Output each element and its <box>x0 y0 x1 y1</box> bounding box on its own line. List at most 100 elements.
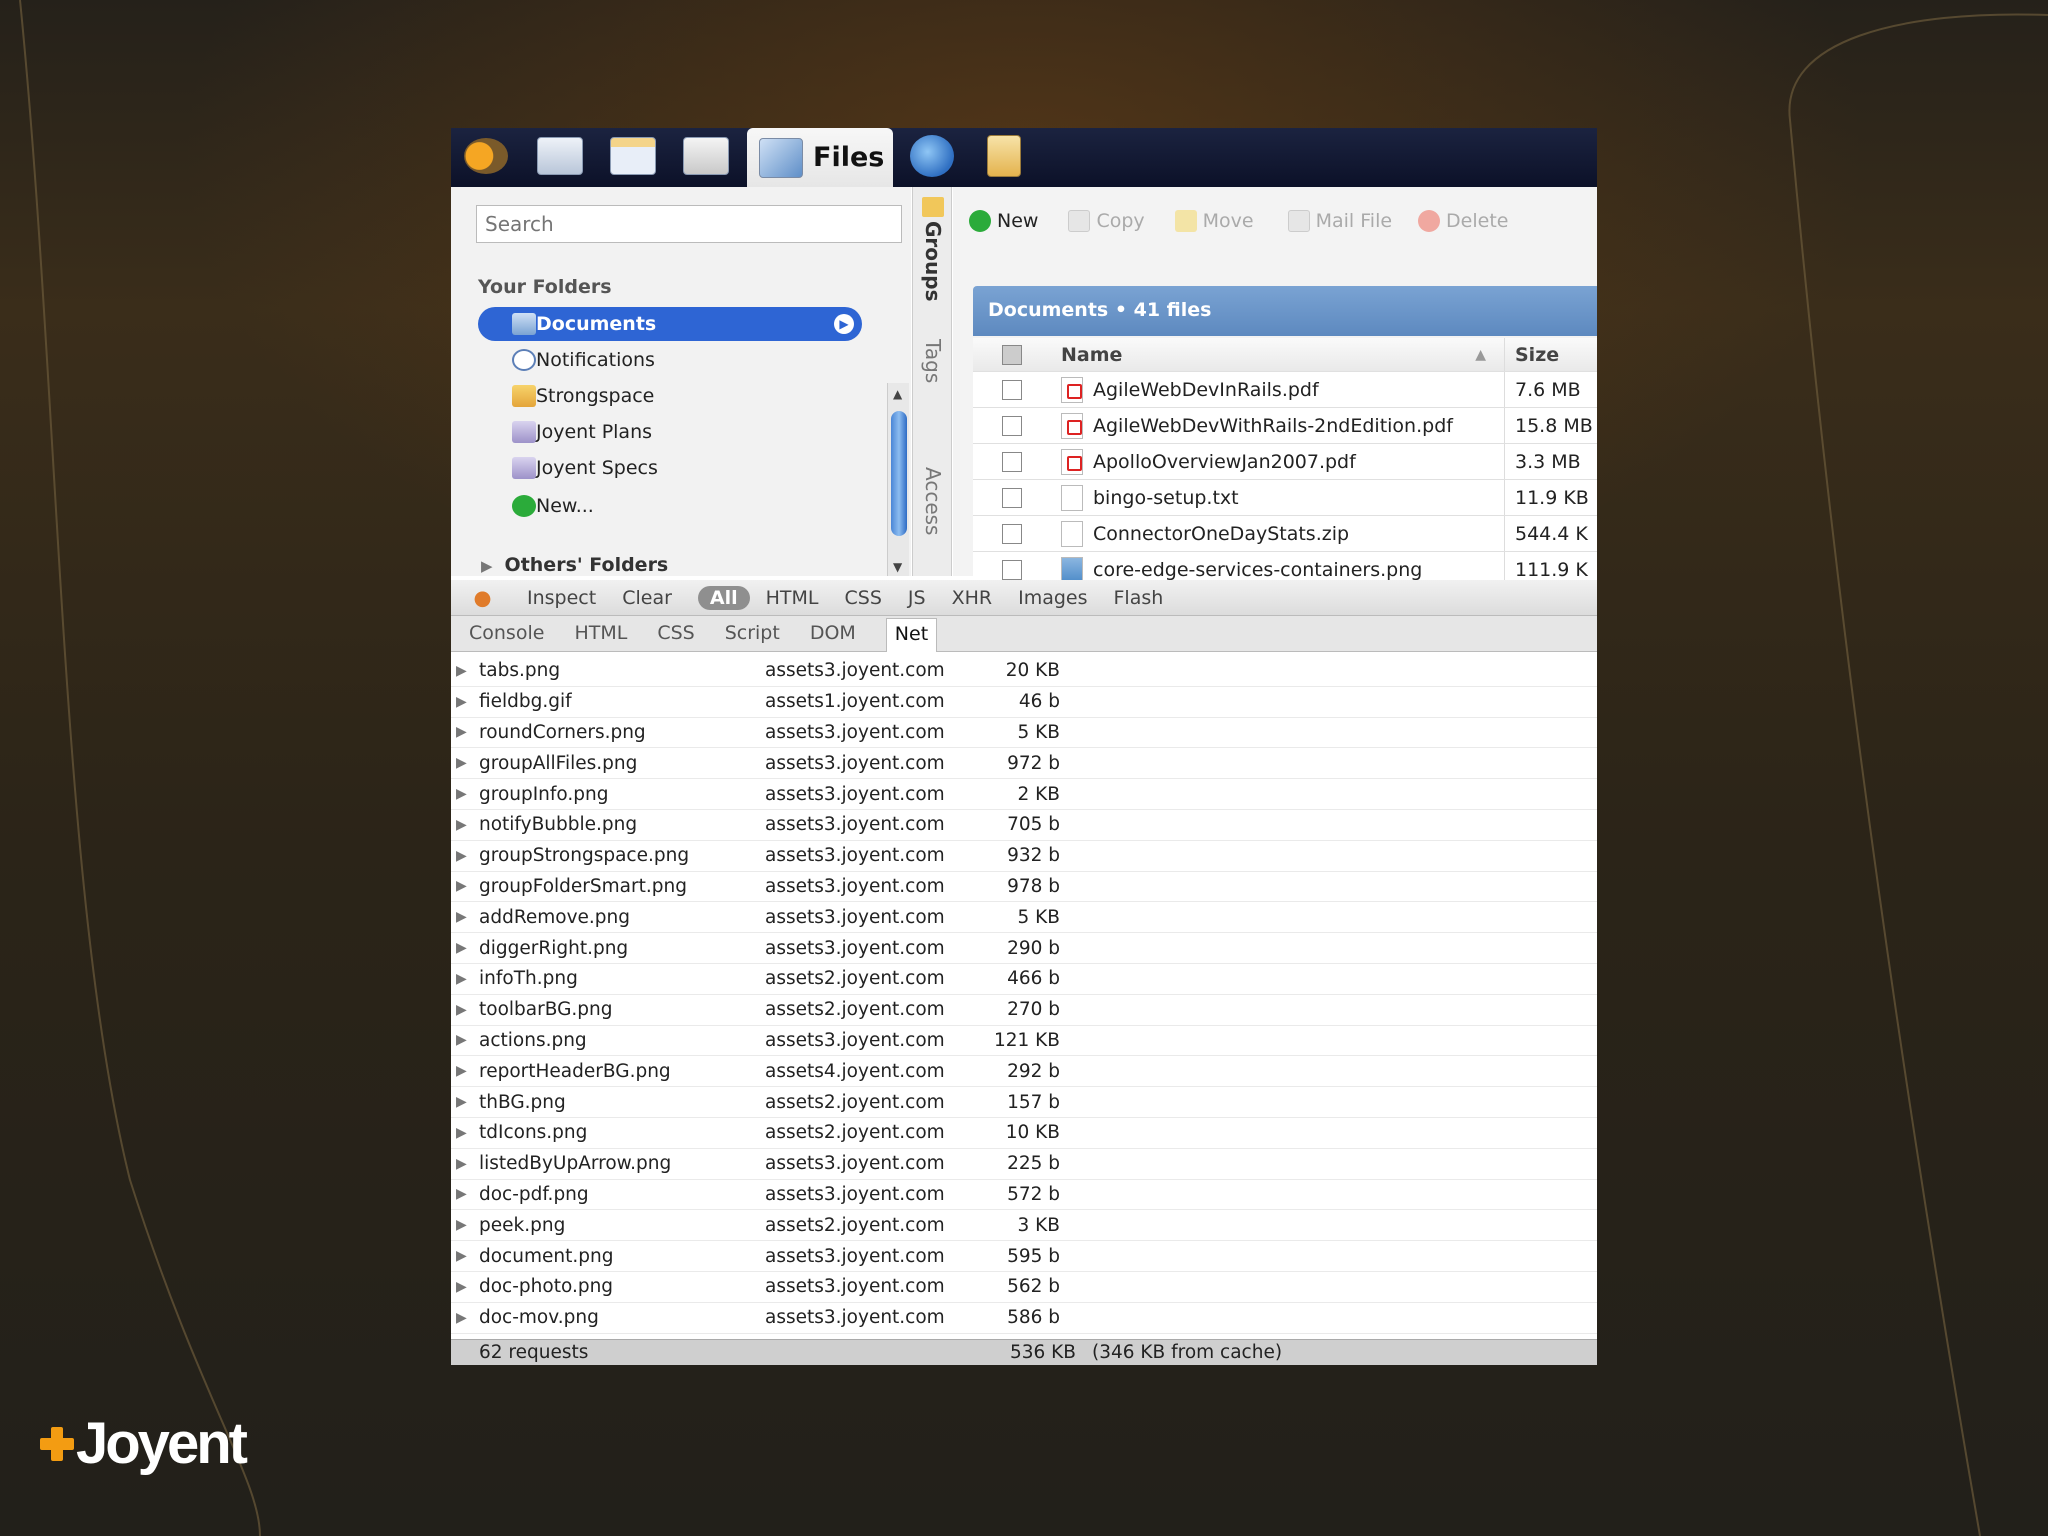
lists-tab-icon[interactable] <box>979 134 1029 178</box>
table-row[interactable]: AgileWebDevWithRails-2ndEdition.pdf 15.8 … <box>973 408 1597 444</box>
tab-tags[interactable]: Tags <box>921 339 945 383</box>
sidebar-item-strongspace[interactable]: Strongspace <box>478 379 862 413</box>
net-request-row[interactable]: ▶ tdIcons.png assets2.joyent.com 10 KB <box>451 1118 1597 1149</box>
chevron-right-icon[interactable]: ▶ <box>834 314 854 334</box>
net-request-row[interactable]: ▶ peek.png assets2.joyent.com 3 KB <box>451 1210 1597 1242</box>
net-request-row[interactable]: ▶ addRemove.png assets3.joyent.com 5 KB <box>451 902 1597 934</box>
expand-triangle-icon[interactable]: ▶ <box>451 848 479 864</box>
tab-console[interactable]: Console <box>469 622 544 651</box>
expand-triangle-icon[interactable]: ▶ <box>451 1248 479 1264</box>
sidebar-item-joyent-plans[interactable]: Joyent Plans <box>478 415 862 449</box>
tab-net[interactable]: Net <box>885 618 938 652</box>
net-request-row[interactable]: ▶ groupAllFiles.png assets3.joyent.com 972 … <box>451 748 1597 780</box>
expand-triangle-icon[interactable]: ▶ <box>451 909 479 925</box>
row-checkbox[interactable] <box>1002 379 1022 400</box>
filter-images-button[interactable]: Images <box>1018 587 1087 609</box>
clear-button[interactable]: Clear <box>622 587 672 609</box>
net-request-row[interactable]: ▶ fieldbg.gif assets1.joyent.com 46 b <box>451 687 1597 718</box>
table-row[interactable]: ConnectorOneDayStats.zip 544.4 K <box>973 516 1597 552</box>
row-checkbox[interactable] <box>1002 559 1022 580</box>
size-column-header[interactable]: Size <box>1504 338 1597 371</box>
scroll-down-icon[interactable]: ▼ <box>893 560 902 574</box>
net-request-row[interactable]: ▶ notifyBubble.png assets3.joyent.com 705 b <box>451 810 1597 841</box>
sidebar-item-new-folder[interactable]: New... <box>478 489 862 523</box>
select-all-checkbox[interactable] <box>1002 344 1022 365</box>
mail-file-button[interactable]: Mail File <box>1287 210 1392 232</box>
net-request-row[interactable]: ▶ infoTh.png assets2.joyent.com 466 b <box>451 964 1597 995</box>
net-request-row[interactable]: ▶ groupInfo.png assets3.joyent.com 2 KB <box>451 779 1597 810</box>
file-name-cell[interactable]: core-edge-services-containers.png <box>1051 556 1504 583</box>
scrollbar-thumb[interactable] <box>891 411 907 536</box>
filter-xhr-button[interactable]: XHR <box>952 587 993 609</box>
net-request-row[interactable]: ▶ reportHeaderBG.png assets4.joyent.com 292… <box>451 1056 1597 1088</box>
tab-dom[interactable]: DOM <box>810 622 856 651</box>
calendar-tab-icon[interactable] <box>608 134 658 178</box>
delete-button[interactable]: Delete <box>1418 210 1508 232</box>
expand-triangle-icon[interactable]: ▶ <box>451 1186 479 1202</box>
copy-button[interactable]: Copy <box>1068 210 1145 232</box>
net-request-row[interactable]: ▶ doc-mov.png assets3.joyent.com 586 b <box>451 1303 1597 1334</box>
tab-files[interactable]: Files <box>747 128 893 187</box>
expand-triangle-icon[interactable]: ▶ <box>451 1279 479 1295</box>
scroll-up-icon[interactable]: ▲ <box>893 387 902 401</box>
net-request-row[interactable]: ▶ groupFolderSmart.png assets3.joyent.com 9… <box>451 872 1597 903</box>
expand-triangle-icon[interactable]: ▶ <box>451 663 479 679</box>
table-row[interactable]: AgileWebDevInRails.pdf 7.6 MB <box>973 372 1597 408</box>
contacts-tab-icon[interactable] <box>681 134 731 178</box>
file-name-cell[interactable]: bingo-setup.txt <box>1051 484 1504 511</box>
bookmarks-tab-icon[interactable] <box>907 134 957 178</box>
net-request-row[interactable]: ▶ doc-pdf.png assets3.joyent.com 572 b <box>451 1180 1597 1211</box>
file-name-cell[interactable]: AgileWebDevWithRails-2ndEdition.pdf <box>1051 412 1504 439</box>
filter-all-button[interactable]: All <box>697 585 750 610</box>
move-button[interactable]: Move <box>1174 210 1254 232</box>
expand-triangle-icon[interactable]: ▶ <box>451 940 479 956</box>
expand-triangle-icon[interactable]: ▶ <box>451 755 479 771</box>
expand-triangle-icon[interactable]: ▶ <box>451 724 479 740</box>
filter-flash-button[interactable]: Flash <box>1114 587 1164 609</box>
sidebar-scrollbar[interactable]: ▲ ▼ <box>887 383 909 576</box>
expand-triangle-icon[interactable]: ▶ <box>451 1032 479 1048</box>
inspect-button[interactable]: Inspect <box>527 587 596 609</box>
net-request-row[interactable]: ▶ toolbarBG.png assets2.joyent.com 270 b <box>451 995 1597 1026</box>
expand-triangle-icon[interactable]: ▶ <box>451 971 479 987</box>
others-folders-toggle[interactable]: ▶ Others' Folders <box>481 554 668 576</box>
net-request-row[interactable]: ▶ groupStrongspace.png assets3.joyent.com 9… <box>451 841 1597 872</box>
filter-js-button[interactable]: JS <box>908 587 926 609</box>
expand-triangle-icon[interactable]: ▶ <box>451 694 479 710</box>
tab-access[interactable]: Access <box>921 467 945 535</box>
name-column-header[interactable]: Name ▲ <box>1051 344 1504 366</box>
firebug-icon[interactable] <box>469 584 499 611</box>
tab-css[interactable]: CSS <box>657 622 694 651</box>
expand-triangle-icon[interactable]: ▶ <box>451 786 479 802</box>
net-request-row[interactable]: ▶ thBG.png assets2.joyent.com 157 b <box>451 1087 1597 1118</box>
filter-html-button[interactable]: HTML <box>766 587 819 609</box>
expand-triangle-icon[interactable]: ▶ <box>451 1125 479 1141</box>
table-row[interactable]: ApolloOverviewJan2007.pdf 3.3 MB <box>973 444 1597 480</box>
row-checkbox[interactable] <box>1002 487 1022 508</box>
tab-html[interactable]: HTML <box>574 622 627 651</box>
net-request-row[interactable]: ▶ actions.png assets3.joyent.com 121 KB <box>451 1026 1597 1057</box>
net-request-row[interactable]: ▶ listedByUpArrow.png assets3.joyent.com 22… <box>451 1149 1597 1180</box>
table-row[interactable]: bingo-setup.txt 11.9 KB <box>973 480 1597 516</box>
expand-triangle-icon[interactable]: ▶ <box>451 1310 479 1326</box>
search-input[interactable] <box>476 205 902 243</box>
expand-triangle-icon[interactable]: ▶ <box>451 1094 479 1110</box>
net-request-row[interactable]: ▶ tabs.png assets3.joyent.com 20 KB <box>451 656 1597 687</box>
sidebar-item-joyent-specs[interactable]: Joyent Specs <box>478 451 862 485</box>
net-request-row[interactable]: ▶ document.png assets3.joyent.com 595 b <box>451 1241 1597 1272</box>
tab-groups[interactable]: Groups <box>921 221 945 301</box>
mail-tab-icon[interactable] <box>535 134 585 178</box>
file-name-cell[interactable]: ApolloOverviewJan2007.pdf <box>1051 448 1504 475</box>
expand-triangle-icon[interactable]: ▶ <box>451 1156 479 1172</box>
sidebar-item-documents[interactable]: Documents ▶ <box>478 307 862 341</box>
net-request-row[interactable]: ▶ roundCorners.png assets3.joyent.com 5 KB <box>451 718 1597 749</box>
expand-triangle-icon[interactable]: ▶ <box>451 1217 479 1233</box>
file-name-cell[interactable]: AgileWebDevInRails.pdf <box>1051 376 1504 403</box>
tab-script[interactable]: Script <box>725 622 780 651</box>
row-checkbox[interactable] <box>1002 523 1022 544</box>
expand-triangle-icon[interactable]: ▶ <box>451 878 479 894</box>
row-checkbox[interactable] <box>1002 415 1022 436</box>
joyent-home-tab-icon[interactable] <box>461 134 511 178</box>
net-request-row[interactable]: ▶ doc-photo.png assets3.joyent.com 562 b <box>451 1272 1597 1303</box>
expand-triangle-icon[interactable]: ▶ <box>451 817 479 833</box>
